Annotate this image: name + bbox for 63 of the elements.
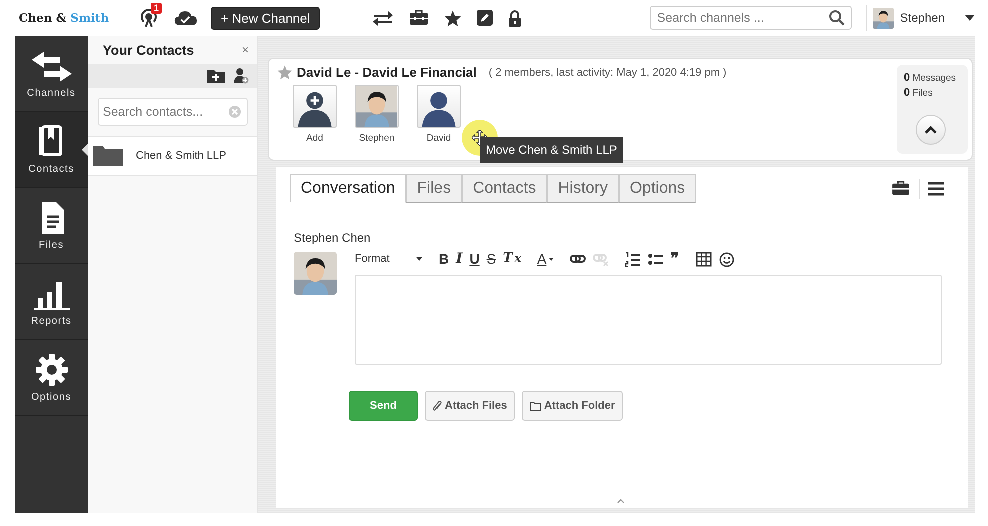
toolbox-icon[interactable] <box>891 181 911 196</box>
caret-icon <box>416 257 423 261</box>
folder-icon <box>93 146 123 166</box>
star-icon[interactable] <box>444 10 462 26</box>
tab[interactable]: Contacts <box>462 174 548 203</box>
add-person-icon[interactable] <box>233 68 249 84</box>
author-name: Stephen Chen <box>294 231 372 245</box>
table-icon[interactable] <box>696 252 712 266</box>
tab[interactable]: Conversation <box>290 174 406 203</box>
collapse-button[interactable] <box>916 115 946 145</box>
swap-arrows-icon[interactable] <box>372 10 394 26</box>
bold-button[interactable]: B <box>439 252 450 266</box>
new-channel-button[interactable]: + New Channel <box>211 6 320 30</box>
close-button[interactable]: × <box>242 43 249 57</box>
tab[interactable]: Options <box>618 174 696 203</box>
attach-files-button[interactable]: Attach Files <box>425 391 516 421</box>
tooltip: Move Chen & Smith LLP <box>480 137 624 163</box>
nav-item[interactable]: Contacts <box>15 112 88 188</box>
folder-icon <box>530 402 542 410</box>
chevron-up-icon[interactable] <box>617 499 625 504</box>
channel-title: David Le - David Le Financial <box>297 65 477 80</box>
edit-icon[interactable] <box>477 10 494 26</box>
message-field[interactable] <box>355 275 942 365</box>
search-field[interactable]: Search channels ... <box>650 6 852 30</box>
member-name: Add <box>306 133 324 144</box>
nav-item[interactable]: Channels <box>15 36 88 112</box>
menu-icon[interactable] <box>928 182 944 196</box>
dropdown-caret-icon[interactable] <box>965 15 975 21</box>
search-field[interactable]: Search contacts... <box>98 98 248 126</box>
notification-badge: 1 <box>151 3 162 14</box>
lock-icon[interactable] <box>508 10 522 26</box>
panel-title: Your Contacts <box>103 42 194 58</box>
star-icon[interactable] <box>277 65 293 80</box>
nav-item[interactable]: Files <box>15 188 88 264</box>
underline-button[interactable]: U <box>470 252 480 266</box>
quote-button[interactable]: ❞ <box>670 252 680 266</box>
bulleted-list-icon[interactable] <box>648 252 664 266</box>
app-logo: Chen & Smith <box>18 11 110 25</box>
member-name: Stephen <box>359 133 395 144</box>
color-button[interactable]: A <box>537 252 554 266</box>
italic-button[interactable]: I <box>456 252 463 266</box>
cloud-check-icon[interactable] <box>174 9 198 27</box>
tab[interactable]: Files <box>406 174 462 203</box>
chevron-up-icon <box>925 126 937 134</box>
numbered-list-icon[interactable] <box>624 252 641 266</box>
search-icon[interactable] <box>829 10 846 26</box>
paperclip-icon <box>433 400 442 412</box>
user-name[interactable]: Stephen <box>900 11 945 25</box>
stat-count: 0 Messages <box>904 71 956 86</box>
attach-folder-button[interactable]: Attach Folder <box>522 391 624 421</box>
smiley-icon[interactable] <box>718 252 735 266</box>
add-folder-icon[interactable] <box>207 69 225 83</box>
tab[interactable]: History <box>547 174 619 203</box>
member-name: David <box>426 133 452 144</box>
toolbox-icon[interactable] <box>409 10 430 26</box>
pointer-arrow-icon <box>82 144 88 156</box>
nav-item[interactable]: Options <box>15 340 88 416</box>
strike-button[interactable]: S <box>486 252 496 266</box>
contact-group-item[interactable]: Chen & Smith LLP <box>88 136 257 176</box>
format-dropdown[interactable]: Format <box>355 253 423 265</box>
stat-count: 0 Files <box>904 86 933 101</box>
channel-meta: ( 2 members, last activity: May 1, 2020 4:19 pm ) <box>488 66 727 78</box>
caret-icon <box>548 258 554 260</box>
